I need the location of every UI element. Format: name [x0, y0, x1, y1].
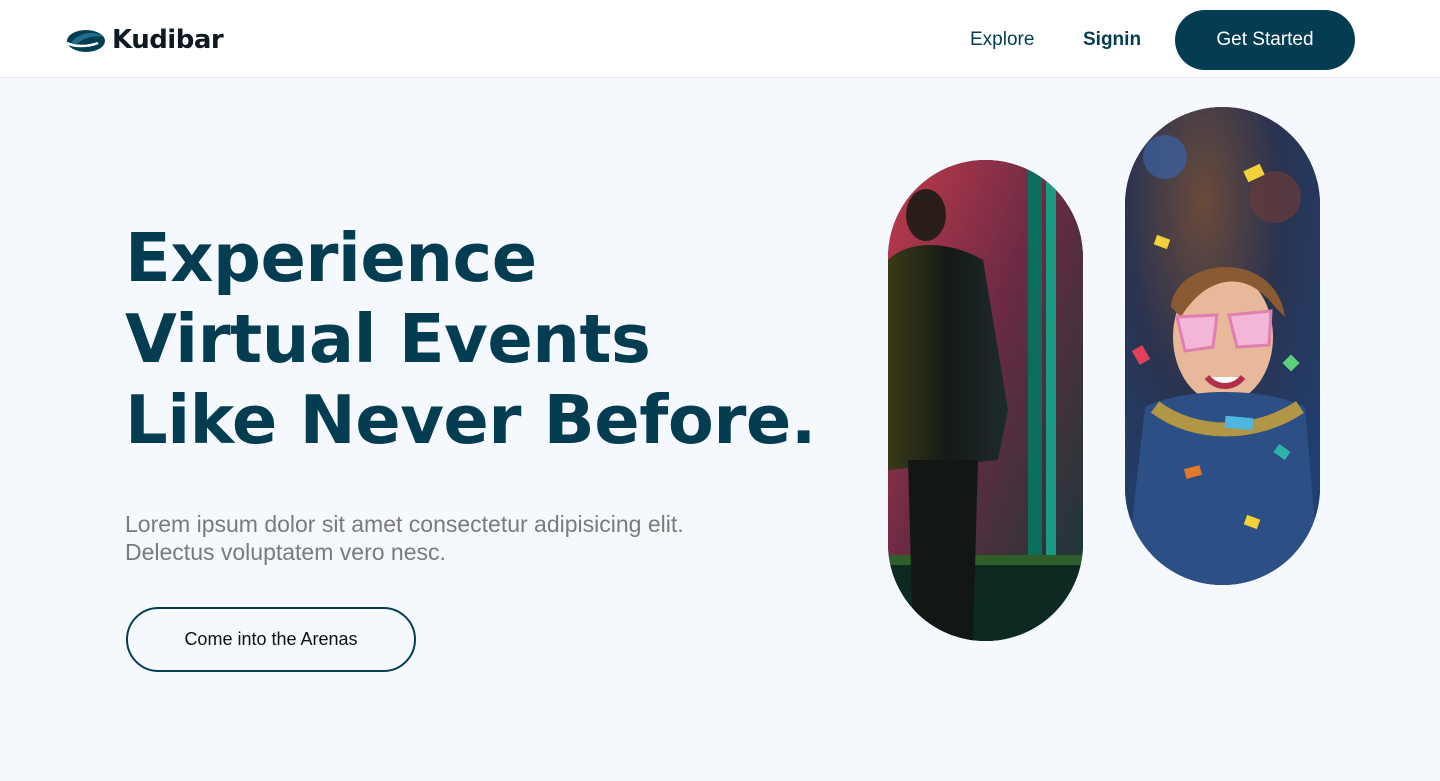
hero-title: Experience Virtual Events Like Never Bef…: [125, 218, 816, 461]
top-navbar: Kudibar Explore Signin Get Started: [0, 0, 1440, 78]
hero-description-line: Delectus voluptatem vero nesc.: [125, 539, 446, 565]
hero-title-line: Experience: [125, 219, 537, 297]
nav-signin-link[interactable]: Signin: [1083, 28, 1141, 52]
brand-name: Kudibar: [112, 25, 224, 55]
man-photo-illustration: [888, 160, 1083, 641]
brand-logo[interactable]: Kudibar: [64, 24, 224, 56]
hero-description-line: Lorem ipsum dolor sit amet consectetur a…: [125, 511, 684, 537]
hero-description: Lorem ipsum dolor sit amet consectetur a…: [125, 510, 765, 566]
get-started-button[interactable]: Get Started: [1175, 10, 1355, 70]
woman-photo-illustration: [1125, 107, 1320, 585]
kudibar-logo-icon: [66, 30, 105, 52]
hero-image-woman: [1125, 107, 1320, 585]
hero-title-line: Like Never Before.: [125, 381, 816, 459]
hero-image-man: [888, 160, 1083, 641]
hero-title-line: Virtual Events: [125, 300, 651, 378]
nav-explore-link[interactable]: Explore: [970, 28, 1034, 52]
come-into-arenas-button[interactable]: Come into the Arenas: [126, 607, 416, 672]
